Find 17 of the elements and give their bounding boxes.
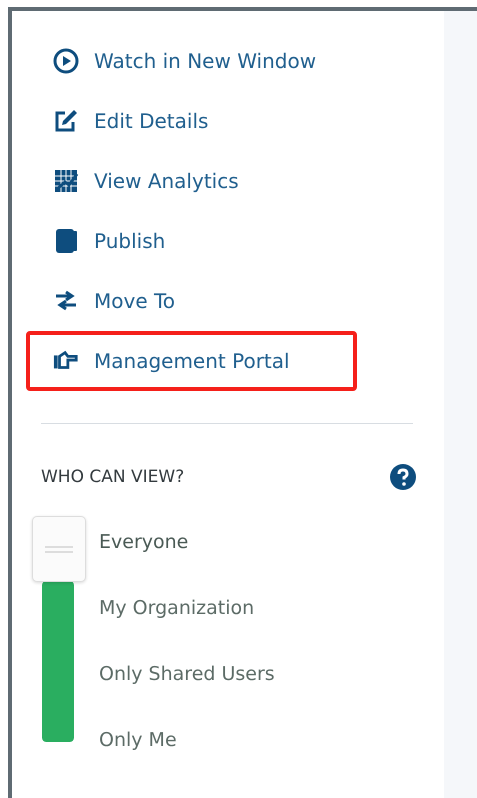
visibility-option[interactable]: Only Me [99, 726, 275, 755]
menu-item[interactable]: View Analytics [53, 168, 239, 194]
section-title: WHO CAN VIEW? [41, 467, 184, 487]
visibility-option[interactable]: Only Shared Users [99, 660, 275, 689]
play-icon [53, 48, 79, 74]
help-icon[interactable] [390, 464, 416, 490]
visibility-option[interactable]: My Organization [99, 594, 275, 623]
edit-icon [53, 108, 79, 134]
menu-item[interactable]: Edit Details [53, 108, 208, 134]
menu-item[interactable]: Move To [53, 288, 176, 314]
book-icon [53, 228, 79, 254]
menu-item[interactable]: Publish [53, 228, 166, 254]
slider-handle[interactable] [32, 516, 86, 582]
menu-item[interactable]: Watch in New Window [53, 48, 316, 74]
visibility-option[interactable]: Everyone [99, 528, 275, 557]
chart-icon [53, 168, 79, 194]
menu-item[interactable]: Management Portal [53, 348, 290, 374]
